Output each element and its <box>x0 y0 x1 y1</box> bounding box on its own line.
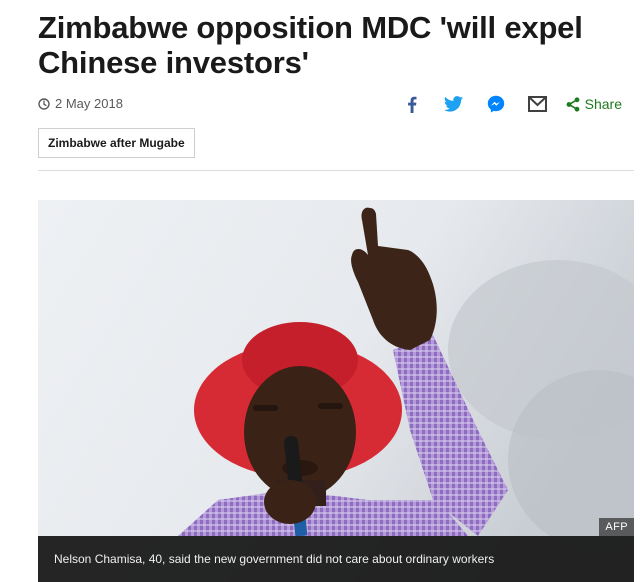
clock-icon <box>38 97 50 110</box>
article-photo: AFP Nelson Chamisa, 40, said the new gov… <box>38 200 634 582</box>
topic-tag-label: Zimbabwe after Mugabe <box>48 136 185 150</box>
share-tools: Share <box>381 94 622 114</box>
share-label: Share <box>584 96 622 112</box>
article-date: 2 May 2018 <box>38 96 123 111</box>
article-meta: 2 May 2018 Share <box>38 94 634 114</box>
divider <box>38 170 634 171</box>
topic-tag-button[interactable]: Zimbabwe after Mugabe <box>38 128 195 158</box>
facebook-icon[interactable] <box>401 94 423 114</box>
email-icon[interactable] <box>527 94 549 114</box>
twitter-icon[interactable] <box>443 94 465 114</box>
photo-credit: AFP <box>599 518 634 536</box>
photo-caption: Nelson Chamisa, 40, said the new governm… <box>38 536 634 582</box>
photo-scene <box>38 200 634 582</box>
article-headline: Zimbabwe opposition MDC 'will expel Chin… <box>38 10 583 80</box>
article-date-text: 2 May 2018 <box>55 96 123 111</box>
messenger-icon[interactable] <box>485 94 507 114</box>
photo-caption-text: Nelson Chamisa, 40, said the new governm… <box>54 552 495 566</box>
share-icon <box>566 96 580 112</box>
share-button[interactable]: Share <box>566 96 622 112</box>
